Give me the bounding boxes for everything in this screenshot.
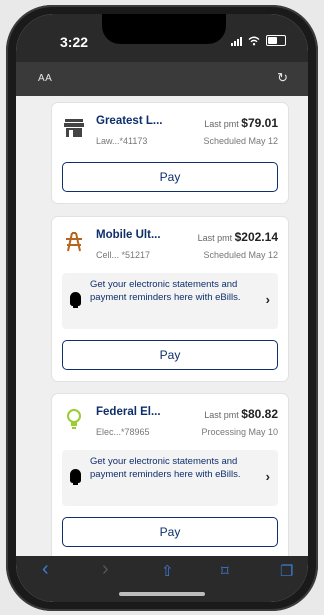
ebill-promo[interactable]: Get your electronic statements and payme… bbox=[62, 450, 278, 506]
browser-toolbar: ‹ › ⇧ ⌑ ❐ bbox=[16, 556, 308, 602]
pay-button[interactable]: Pay bbox=[62, 340, 278, 370]
battery-icon bbox=[266, 35, 286, 46]
notch bbox=[102, 14, 226, 44]
bookmarks-icon[interactable]: ⌑ bbox=[221, 562, 229, 580]
last-payment-label: Last pmt bbox=[197, 233, 233, 243]
last-payment-amount: $202.14 bbox=[234, 230, 278, 244]
chevron-right-icon: › bbox=[265, 469, 270, 484]
pay-button[interactable]: Pay bbox=[62, 517, 278, 547]
share-icon[interactable]: ⇧ bbox=[161, 562, 174, 580]
forward-button[interactable]: › bbox=[102, 558, 109, 581]
bill-summary[interactable]: Federal El... Elec...*78965 Last pmt $80… bbox=[52, 394, 288, 450]
bill-summary[interactable]: Greatest L... Law...*41173 Last pmt $79.… bbox=[52, 103, 288, 159]
last-payment-amount: $80.82 bbox=[241, 407, 278, 421]
last-payment: Last pmt $79.01 bbox=[204, 116, 278, 130]
phone-frame: 3:22 AA ↻ Greatest L... Law...*41173 Las… bbox=[6, 5, 318, 611]
bills-list: Greatest L... Law...*41173 Last pmt $79.… bbox=[16, 96, 308, 556]
biller-name[interactable]: Mobile Ult... bbox=[96, 229, 161, 241]
biller-name[interactable]: Federal El... bbox=[96, 406, 161, 418]
account-number: Law...*41173 bbox=[96, 136, 148, 146]
status-bar: 3:22 bbox=[16, 14, 308, 62]
tower-icon bbox=[63, 231, 85, 253]
bill-summary[interactable]: Mobile Ult... Cell... *51217 Last pmt $2… bbox=[52, 217, 288, 273]
payment-status: Scheduled May 12 bbox=[203, 136, 278, 146]
last-payment: Last pmt $80.82 bbox=[204, 407, 278, 421]
signal-icon bbox=[231, 36, 242, 46]
ebill-promo-text: Get your electronic statements and payme… bbox=[90, 456, 241, 480]
account-number: Elec...*78965 bbox=[96, 427, 150, 437]
address-bar[interactable]: AA ↻ bbox=[16, 62, 308, 96]
account-number: Cell... *51217 bbox=[96, 250, 151, 260]
lightbulb-icon bbox=[63, 408, 85, 430]
last-payment-amount: $79.01 bbox=[241, 116, 278, 130]
last-payment-label: Last pmt bbox=[204, 410, 239, 420]
biller-name[interactable]: Greatest L... bbox=[96, 115, 162, 127]
chevron-right-icon: › bbox=[265, 292, 270, 307]
ebill-promo[interactable]: Get your electronic statements and payme… bbox=[62, 273, 278, 329]
payment-status: Scheduled May 12 bbox=[203, 250, 278, 260]
status-time: 3:22 bbox=[60, 34, 89, 50]
wifi-icon bbox=[248, 36, 260, 45]
lightbulb-icon bbox=[70, 292, 81, 308]
bill-card: Federal El... Elec...*78965 Last pmt $80… bbox=[52, 394, 288, 556]
last-payment: Last pmt $202.14 bbox=[198, 230, 278, 244]
pay-button[interactable]: Pay bbox=[62, 162, 278, 192]
store-icon bbox=[63, 117, 85, 139]
payment-status: Processing May 10 bbox=[201, 427, 278, 437]
lightbulb-icon bbox=[70, 469, 81, 485]
screen: 3:22 AA ↻ Greatest L... Law...*41173 Las… bbox=[16, 14, 308, 602]
ebill-promo-text: Get your electronic statements and payme… bbox=[90, 279, 241, 303]
reload-icon[interactable]: ↻ bbox=[277, 70, 288, 86]
bill-card: Greatest L... Law...*41173 Last pmt $79.… bbox=[52, 103, 288, 203]
home-indicator bbox=[119, 592, 205, 596]
bill-card: Mobile Ult... Cell... *51217 Last pmt $2… bbox=[52, 217, 288, 381]
text-size-button[interactable]: AA bbox=[38, 73, 52, 84]
tabs-icon[interactable]: ❐ bbox=[280, 562, 293, 580]
last-payment-label: Last pmt bbox=[204, 119, 239, 129]
back-button[interactable]: ‹ bbox=[42, 558, 49, 581]
status-icons bbox=[231, 35, 286, 46]
